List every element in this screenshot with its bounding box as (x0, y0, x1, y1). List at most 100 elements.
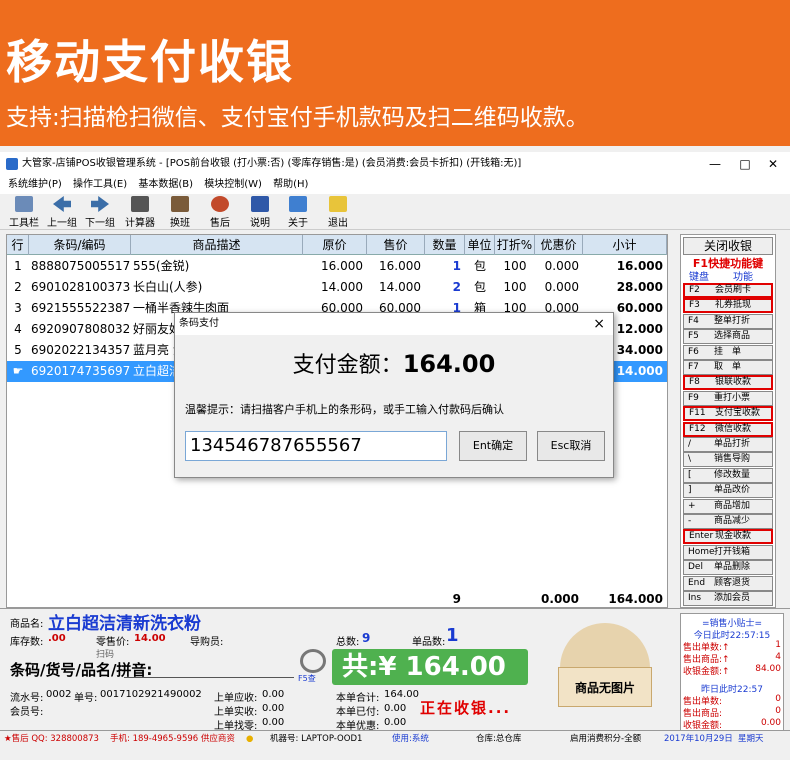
shortcut-key: Enter (689, 531, 714, 542)
pay-code-input[interactable]: 134546787655567 (185, 431, 447, 461)
shortcut-key: [ (688, 469, 692, 480)
promo-banner: 移动支付收银 支持:扫描枪扫微信、支付宝付手机款码及扫二维码收款。 (0, 0, 790, 146)
shortcut-button[interactable]: + 商品增加 (683, 498, 773, 514)
total-discount: 0.000 (541, 592, 579, 606)
shortcut-button[interactable]: Ins 添加会员 (683, 591, 773, 606)
arrow-right-icon (91, 196, 109, 212)
status-store: 仓库:总仓库 (476, 734, 522, 744)
shortcut-button[interactable]: End 顾客退货 (683, 575, 773, 591)
barcode-pay-dialog: 条码支付 × 支付金额：164.00 温馨提示：请扫描客户手机上的条形码，或手工… (174, 312, 614, 478)
shortcut-button[interactable]: ] 单品改价 (683, 483, 773, 499)
banner-subtitle: 支持:扫描枪扫微信、支付宝付手机款码及扫二维码收款。 (6, 105, 589, 131)
dialog-titlebar: 条码支付 × (175, 313, 613, 335)
cancel-button[interactable]: Esc取消 (537, 431, 605, 461)
prev-group-button[interactable]: 上一组 (42, 196, 82, 229)
column-header: 优惠价 (535, 235, 583, 255)
shortcut-key: F5 (688, 331, 699, 342)
menu-basic-data[interactable]: 基本数据(B) (138, 179, 193, 190)
after-sales-button[interactable]: 售后 (200, 196, 240, 229)
search-icon[interactable] (300, 649, 326, 673)
shortcut-key: F8 (689, 377, 700, 388)
status-points: 启用消费积分-全额 (570, 734, 642, 744)
menu-help[interactable]: 帮助(H) (273, 179, 308, 190)
about-button[interactable]: 关于 (278, 196, 318, 229)
column-header: 小计 (583, 235, 667, 255)
shortcut-label: 取 单 (714, 362, 742, 372)
cashing-status: 正在收银... (420, 699, 512, 717)
close-cashier-button[interactable]: 关闭收银 (683, 237, 773, 255)
minimize-button[interactable]: — (700, 152, 730, 176)
shortcut-key: F3 (689, 300, 700, 311)
maximize-button[interactable]: □ (730, 152, 760, 176)
stock-value: .00 (48, 633, 66, 644)
shortcut-button[interactable]: F9 重打小票 (683, 390, 773, 406)
calculator-icon (131, 196, 149, 212)
shortcut-button[interactable]: [ 修改数量 (683, 467, 773, 483)
shortcut-button[interactable]: - 商品减少 (683, 514, 773, 529)
shortcut-label: 银联收款 (715, 377, 752, 388)
menu-system[interactable]: 系统维护(P) (8, 179, 62, 190)
menu-bar: 系统维护(P) 操作工具(E) 基本数据(B) 模块控制(W) 帮助(H) (0, 176, 790, 194)
shortcut-button[interactable]: F5 选择商品 (683, 329, 773, 345)
window-title: 大管家-店铺POS收银管理系统 - [POS前台收银 (打小票:否) (零库存销… (22, 158, 522, 169)
shortcut-button[interactable]: F8 银联收款 (683, 375, 773, 391)
shortcut-key: F2 (689, 285, 700, 295)
shortcut-button[interactable]: Home 打开钱箱 (683, 544, 773, 560)
shortcut-key: F4 (688, 315, 699, 326)
shortcut-label: 整单打折 (714, 315, 751, 326)
close-window-button[interactable]: ✕ (758, 152, 788, 176)
shortcut-button[interactable]: F2 会员刷卡 (683, 283, 773, 298)
pay-amount: 支付金额：164.00 (292, 350, 496, 378)
shortcut-button[interactable]: F11 支付宝收款 (683, 406, 773, 422)
total-subtotal: 164.000 (608, 592, 663, 606)
shortcut-key: F11 (689, 408, 706, 419)
shortcut-button[interactable]: Del 单品删除 (683, 560, 773, 576)
shortcut-button[interactable]: F12 微信收款 (683, 421, 773, 437)
grid-header: 行 条码/编码 商品描述 原价 售价 数量 单位 打折% 优惠价 小计 (7, 235, 667, 255)
shortcut-key: \ (688, 454, 692, 465)
shortcut-label: 修改数量 (714, 469, 751, 480)
calculator-button[interactable]: 计算器 (120, 196, 160, 229)
toolbar: 工具栏 上一组 下一组 计算器 换班 售后 说明 关于 退出 (0, 194, 790, 230)
manual-button[interactable]: 说明 (240, 196, 280, 229)
shortcut-button[interactable]: F4 整单打折 (683, 313, 773, 329)
shortcut-button[interactable]: / 单品打折 (683, 437, 773, 452)
shortcut-button[interactable]: F3 礼券抵现 (683, 298, 773, 314)
shortcut-button[interactable]: Enter 现金收款 (683, 529, 773, 545)
toolbar-button[interactable]: 工具栏 (4, 196, 44, 229)
shift-change-button[interactable]: 换班 (160, 196, 200, 229)
shortcut-key: ] (688, 485, 692, 496)
shortcut-key: Del (688, 562, 703, 573)
pay-total: 共:¥ 164.00 (332, 649, 528, 685)
dialog-close-icon[interactable]: × (593, 313, 605, 335)
last-paid: 0.00 (262, 703, 285, 714)
shortcut-key: + (688, 500, 696, 511)
query-button[interactable]: F5查 (298, 673, 316, 684)
code-input[interactable] (124, 677, 294, 678)
menu-tools[interactable]: 操作工具(E) (73, 179, 127, 190)
menu-module[interactable]: 模块控制(W) (204, 179, 262, 190)
shortcut-button[interactable]: F6 挂 单 (683, 344, 773, 360)
status-bar: ★售后 QQ: 328800873 手机: 189-4965-9596 供应商资… (0, 730, 790, 746)
table-row[interactable]: 1 8888075005517 555(金锐) 16.000 16.000 1 … (7, 256, 667, 277)
exit-button[interactable]: 退出 (318, 196, 358, 229)
table-row[interactable]: 2 6901028100373 长白山(人参) 14.000 14.000 2 … (7, 277, 667, 298)
shortcut-button[interactable]: F7 取 单 (683, 360, 773, 375)
shortcut-label: 重打小票 (714, 392, 751, 403)
shortcut-button[interactable]: \ 销售导购 (683, 452, 773, 468)
pos-window: 大管家-店铺POS收银管理系统 - [POS前台收银 (打小票:否) (零库存销… (0, 146, 790, 760)
shortcut-label: 礼券抵现 (715, 300, 752, 311)
column-header: 商品描述 (131, 235, 303, 255)
shortcut-label: 单品打折 (714, 439, 751, 449)
shortcut-panel: 关闭收银 F1快捷功能键 键盘 功能 F2 会员刷卡 F3 礼券抵现 F4 整单打折 F5 选… (680, 234, 776, 608)
shortcut-label: 会员刷卡 (715, 285, 752, 295)
status-seller: ★售后 QQ: 328800873 (4, 734, 99, 744)
next-group-button[interactable]: 下一组 (80, 196, 120, 229)
column-header: 行 (7, 235, 29, 255)
retail-price: 14.00 (134, 633, 166, 644)
confirm-button[interactable]: Ent确定 (459, 431, 527, 461)
shortcut-key: Ins (688, 593, 702, 603)
last-due: 0.00 (262, 689, 285, 700)
lightbulb-icon: ● (246, 734, 254, 744)
current-paid: 0.00 (384, 703, 407, 714)
